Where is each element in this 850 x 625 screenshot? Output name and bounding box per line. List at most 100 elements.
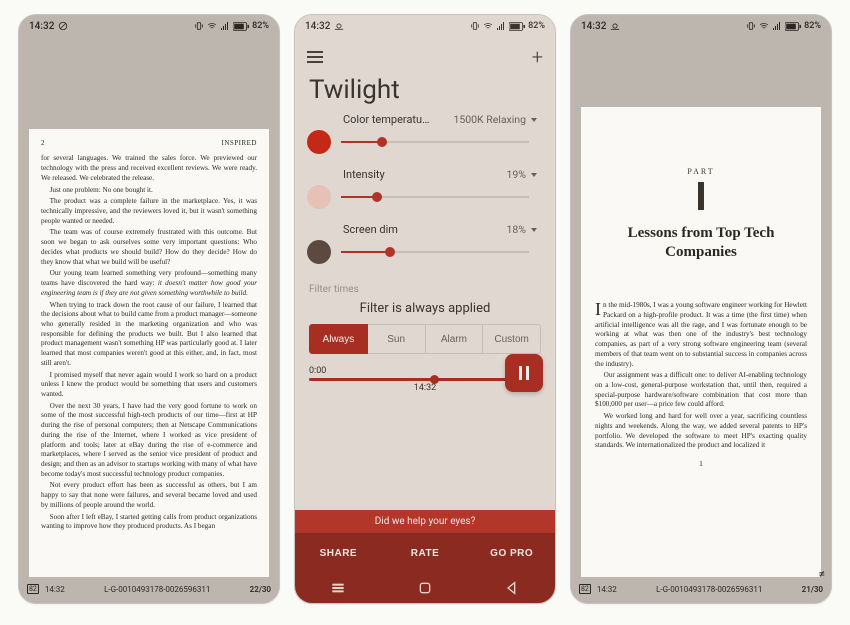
reader-page[interactable]: 2 INSPIRED for several languages. We tra…	[29, 129, 269, 577]
reader-paragraph: Over the next 30 years, I have had the v…	[41, 402, 257, 480]
footer-page: 22/30	[250, 585, 271, 594]
footer-serial: L-G-0010493178-0026596311	[656, 585, 762, 594]
filter-times-label: Filter times	[295, 278, 555, 297]
help-banner[interactable]: Did we help your eyes?	[295, 510, 555, 533]
system-nav-bar	[295, 573, 555, 603]
status-bar: 14:32 82%	[571, 15, 831, 37]
reader-paragraph: Our young team learned something very pr…	[41, 269, 257, 298]
reader-body: for several languages. We trained the sa…	[41, 154, 257, 532]
footer-serial: L-G-0010493178-0026596311	[104, 585, 210, 594]
screen-dim-value[interactable]: 18%	[507, 223, 538, 236]
battery-icon	[233, 22, 249, 31]
action-rate[interactable]: RATE	[382, 533, 469, 573]
nav-recents-icon[interactable]	[330, 580, 346, 596]
reader-paragraph: We worked long and hard for well over a …	[595, 412, 807, 451]
footer-page: 21/30	[802, 585, 823, 594]
intensity-thumb[interactable]	[372, 192, 382, 202]
reader-paragraph: In the mid-1980s, I was a young software…	[595, 301, 807, 369]
segment-always[interactable]: Always	[309, 324, 368, 354]
color-temp-thumb[interactable]	[377, 137, 387, 147]
footer-time: 14:32	[597, 585, 617, 594]
status-time: 14:32	[305, 21, 330, 32]
reader-paragraph: Soon after I left eBay, I started gettin…	[41, 513, 257, 532]
footer-time: 14:32	[45, 585, 65, 594]
intensity-slider[interactable]	[341, 196, 529, 198]
time-player: 0:00 14:32	[309, 366, 541, 393]
reader-footer: 82 14:32 L-G-0010493178-0026596311 21/30	[571, 581, 831, 597]
pause-button[interactable]	[505, 354, 543, 392]
add-button[interactable]: +	[532, 45, 543, 69]
reader-paragraph: When trying to track down the root cause…	[41, 301, 257, 369]
vibrate-icon	[194, 21, 204, 31]
reader-part-page[interactable]: PART Lessons from Top Tech Companies In …	[581, 107, 821, 577]
page-number: 2	[41, 139, 45, 148]
bottom-actions: SHARERATEGO PRO	[295, 533, 555, 573]
reader-paragraph: The product was a complete failure in th…	[41, 197, 257, 226]
phone-right-reader: 14:32 82% PART Lessons from Top Tech Com…	[570, 14, 832, 604]
status-battery-pct: 82%	[804, 21, 821, 31]
dnd-icon	[58, 21, 68, 31]
action-go-pro[interactable]: GO PRO	[468, 533, 555, 573]
intensity-label: Intensity	[343, 168, 507, 181]
app-bar: +	[295, 37, 555, 71]
nav-home-icon[interactable]	[417, 580, 433, 596]
battery-icon	[509, 22, 525, 31]
twilight-status-icon	[610, 21, 620, 31]
segment-custom[interactable]: Custom	[483, 324, 541, 354]
signal-icon	[220, 21, 230, 31]
reader-paragraph: Just one problem: No one bought it.	[41, 186, 257, 196]
reader-paragraph: Not every product effort has been as suc…	[41, 481, 257, 510]
status-battery-pct: 82%	[528, 21, 545, 31]
segment-alarm[interactable]: Alarm	[426, 324, 484, 354]
intensity-swatch	[307, 185, 331, 209]
phone-left-reader: 14:32 82% 2 INSPIRED for several languag…	[18, 14, 280, 604]
screen-dim-swatch	[307, 240, 331, 264]
status-time: 14:32	[581, 21, 606, 32]
part-title: Lessons from Top Tech Companies	[613, 224, 789, 262]
segment-sun[interactable]: Sun	[368, 324, 426, 354]
nav-back-icon[interactable]	[504, 580, 520, 596]
signal-icon	[772, 21, 782, 31]
twilight-status-icon	[334, 21, 344, 31]
player-thumb[interactable]	[430, 375, 439, 384]
status-bar: 14:32 82%	[295, 15, 555, 37]
filter-segments: AlwaysSunAlarmCustom	[309, 324, 541, 354]
status-bar: 14:32 82%	[19, 15, 279, 37]
corner-mark: ≠	[818, 567, 825, 581]
reader-footer: 82 14:32 L-G-0010493178-0026596311 22/30	[19, 581, 279, 597]
signal-icon	[496, 21, 506, 31]
part-body: In the mid-1980s, I was a young software…	[595, 301, 807, 451]
filter-applied-label: Filter is always applied	[295, 297, 555, 324]
reader-paragraph: The team was of course extremely frustra…	[41, 228, 257, 267]
part-divider-bar	[698, 182, 704, 210]
intensity-value[interactable]: 19%	[507, 168, 538, 181]
player-start-time: 0:00	[309, 366, 326, 376]
color-temp-label: Color temperatu…	[343, 113, 453, 126]
part-label: PART	[593, 167, 809, 178]
screen-dim-slider[interactable]	[341, 251, 529, 253]
color-temp-fill	[341, 141, 382, 143]
color-temp-swatch	[307, 130, 331, 154]
footer-battery: 82	[27, 584, 39, 594]
status-battery-pct: 82%	[252, 21, 269, 31]
screen-dim-fill	[341, 251, 390, 253]
book-page-number: 1	[593, 459, 809, 469]
color-temp-slider[interactable]	[341, 141, 529, 143]
controls-panel: Color temperatu… 1500K Relaxing Intensit…	[295, 113, 555, 278]
app-title: Twilight	[295, 71, 555, 113]
screen-dim-thumb[interactable]	[385, 247, 395, 257]
screen-dim-label: Screen dim	[343, 223, 507, 236]
vibrate-icon	[470, 21, 480, 31]
battery-icon	[785, 22, 801, 31]
wifi-icon	[759, 21, 769, 31]
menu-icon[interactable]	[307, 48, 323, 66]
wifi-icon	[207, 21, 217, 31]
status-time: 14:32	[29, 21, 54, 32]
vibrate-icon	[746, 21, 756, 31]
color-temp-value[interactable]: 1500K Relaxing	[453, 113, 537, 126]
phone-middle-twilight: 14:32 82% + Twilight Color temperatu… 15…	[294, 14, 556, 604]
running-head: INSPIRED	[221, 139, 257, 148]
action-share[interactable]: SHARE	[295, 533, 382, 573]
wifi-icon	[483, 21, 493, 31]
footer-battery: 82	[579, 584, 591, 594]
